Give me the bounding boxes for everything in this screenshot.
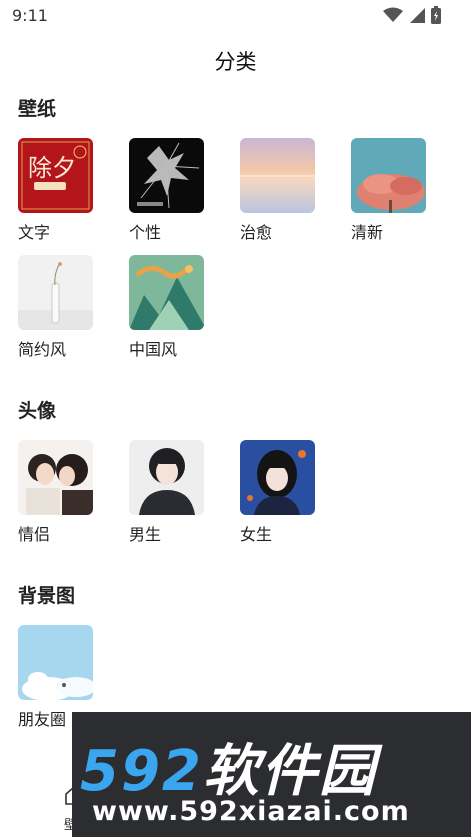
status-icons — [383, 6, 441, 24]
category-thumb-minimal[interactable] — [18, 255, 93, 330]
category-label[interactable]: 治愈 — [240, 219, 272, 243]
section-title-wallpaper: 壁纸 — [18, 98, 57, 120]
category-label[interactable]: 清新 — [351, 219, 383, 243]
category-thumb-female[interactable] — [240, 440, 315, 515]
category-label[interactable]: 中国风 — [129, 336, 177, 360]
category-thumb-couple[interactable] — [18, 440, 93, 515]
category-label[interactable]: 个性 — [129, 219, 161, 243]
category-label[interactable]: 女生 — [240, 521, 272, 545]
watermark-logo: 592软件园 www.592xiazai.com — [72, 712, 471, 837]
section-title-background: 背景图 — [18, 585, 76, 607]
section-title-avatar: 头像 — [18, 400, 57, 422]
category-label[interactable]: 文字 — [18, 219, 50, 243]
category-label[interactable]: 朋友圈 — [18, 706, 66, 730]
page-title: 分类 — [214, 50, 257, 74]
category-label[interactable]: 简约风 — [18, 336, 66, 360]
category-label[interactable]: 情侣 — [18, 521, 50, 545]
category-thumb-chinese[interactable] — [129, 255, 204, 330]
status-time: 9:11 — [12, 6, 48, 25]
category-thumb-fresh[interactable] — [351, 138, 426, 213]
category-thumb-moments[interactable] — [18, 625, 93, 700]
status-bar: 9:11 — [0, 0, 471, 32]
watermark-url: www.592xiazai.com — [92, 796, 410, 827]
battery-icon — [431, 6, 441, 24]
category-label[interactable]: 男生 — [129, 521, 161, 545]
category-thumb-text[interactable]: 除夕 — [18, 138, 93, 213]
category-thumb-personality[interactable] — [129, 138, 204, 213]
category-thumb-healing[interactable] — [240, 138, 315, 213]
wifi-icon — [383, 7, 403, 22]
category-thumb-male[interactable] — [129, 440, 204, 515]
watermark-brand: 592软件园 — [80, 739, 377, 804]
signal-icon — [410, 8, 425, 23]
thumb-caption: 除夕 — [28, 154, 76, 182]
